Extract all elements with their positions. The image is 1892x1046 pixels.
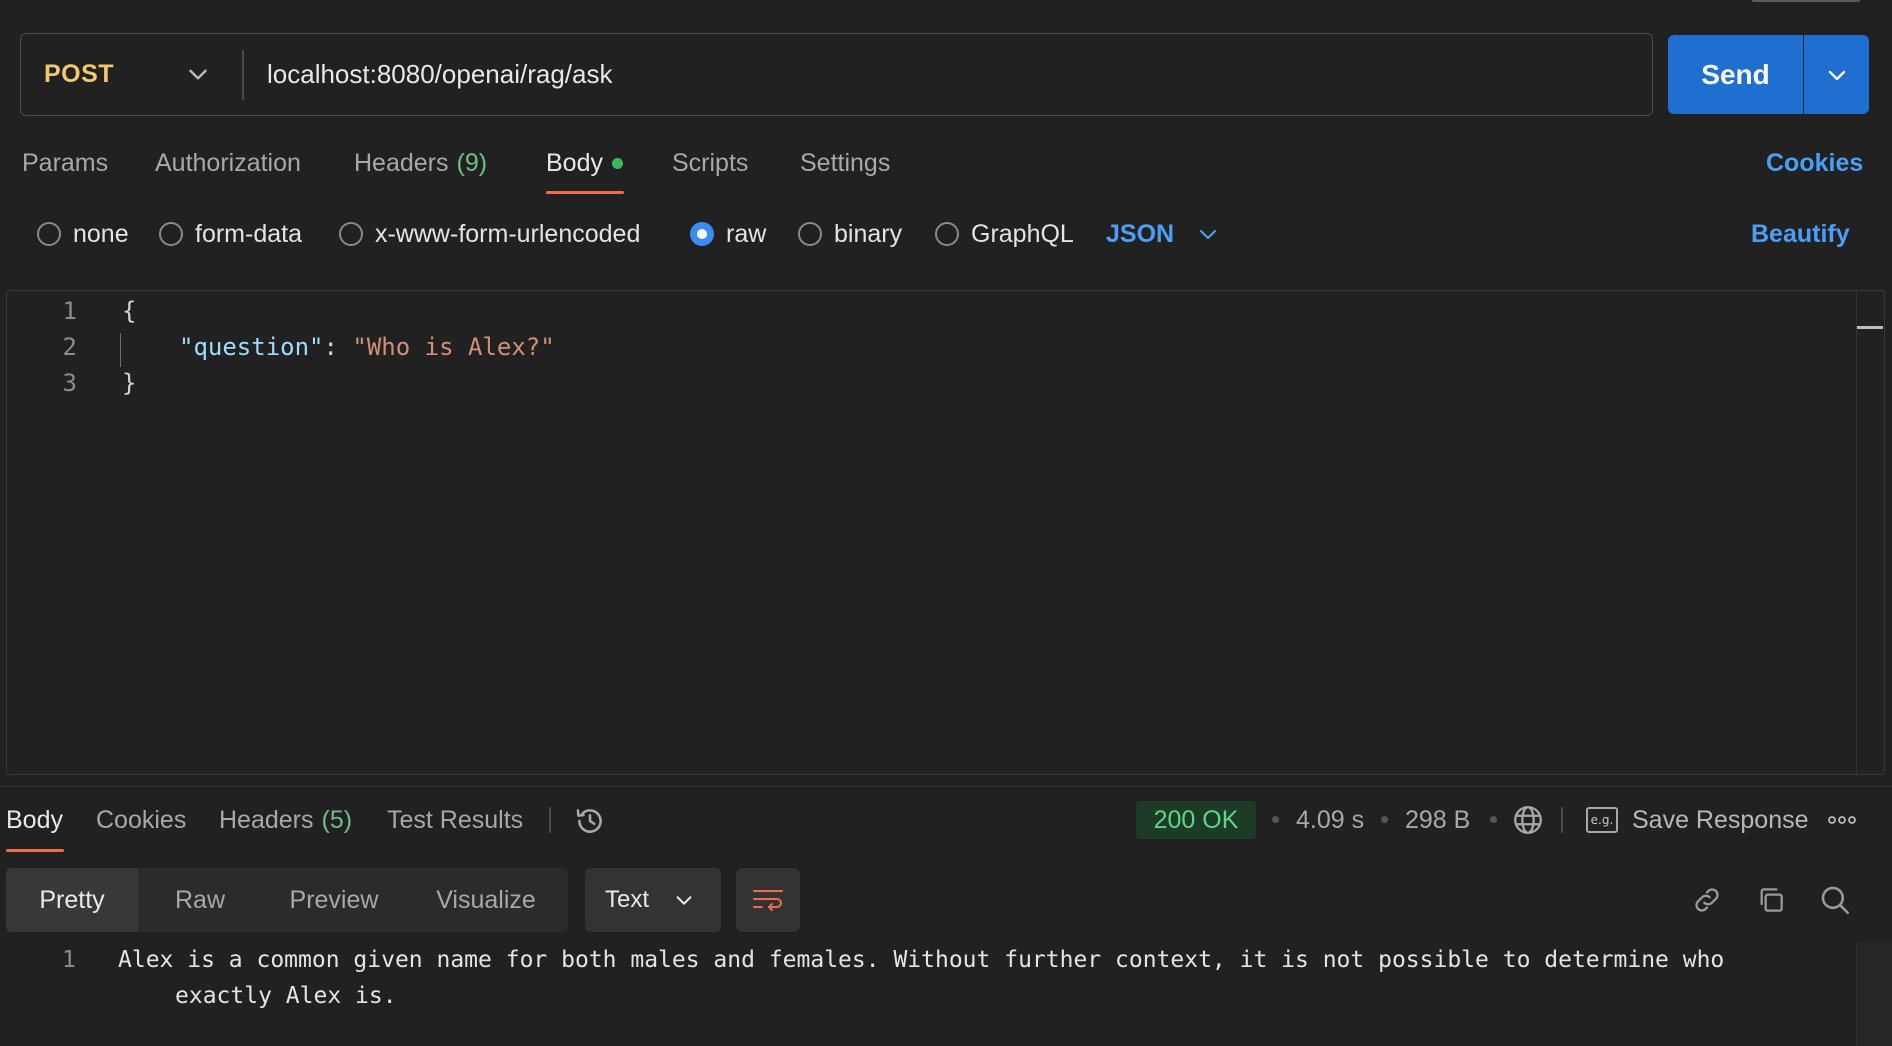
wrap-lines-button[interactable] [736,868,800,932]
url-divider [242,50,244,100]
body-modified-dot [611,157,623,169]
radio-binary[interactable]: binary [798,217,902,251]
code-line: { [122,297,137,325]
method-select[interactable]: POST [44,34,114,115]
tab-authorization[interactable]: Authorization [155,145,301,181]
chevron-down-icon [676,896,692,905]
tab-body[interactable]: Body [546,145,623,181]
radio-circle [935,222,959,246]
response-text-line: exactly Alex is. [175,983,397,1009]
more-options-icon[interactable] [1826,809,1858,831]
radio-form-data[interactable]: form-data [159,217,302,251]
separator-dot [1490,816,1497,823]
history-icon[interactable] [573,804,607,838]
json-separator: : [323,333,353,361]
wrap-lines-icon [753,890,783,911]
send-button[interactable]: Send [1668,35,1803,114]
view-visualize[interactable]: Visualize [406,868,566,932]
copy-button[interactable] [1752,881,1790,919]
code-line: "question": "Who is Alex?" [179,329,555,365]
url-bar: POST localhost:8080/openai/rag/ask [20,33,1653,116]
tab-headers[interactable]: Headers (9) [354,145,487,181]
send-options-button[interactable] [1804,35,1869,114]
chevron-down-icon[interactable] [185,61,211,87]
tab-settings[interactable]: Settings [800,145,890,181]
radio-circle [798,222,822,246]
response-body-viewer[interactable]: 1 Alex is a common given name for both m… [0,942,1892,1046]
url-input[interactable]: localhost:8080/openai/rag/ask [267,34,612,115]
response-text-line: Alex is a common given name for both mal… [118,947,1725,973]
divider [549,807,551,833]
search-icon [1821,886,1850,915]
radio-graphql[interactable]: GraphQL [935,217,1074,251]
panel-divider[interactable] [0,786,1892,787]
radio-raw[interactable]: raw [690,217,766,251]
view-raw[interactable]: Raw [138,868,262,932]
response-tab-test-results[interactable]: Test Results [387,802,523,838]
response-size[interactable]: 298 B [1405,802,1470,838]
view-preview[interactable]: Preview [262,868,406,932]
tab-params[interactable]: Params [22,145,108,181]
search-button[interactable] [1816,881,1854,919]
view-mode-switcher: Pretty Raw Preview Visualize [6,868,568,932]
radio-x-www-form-urlencoded[interactable]: x-www-form-urlencoded [339,217,640,251]
radio-circle [159,222,183,246]
tab-scripts[interactable]: Scripts [672,145,748,181]
chevron-down-icon [1828,70,1845,80]
body-format-select[interactable]: JSON [1106,217,1220,251]
line-number: 3 [62,369,77,397]
headers-count: (9) [456,148,488,177]
separator-dot [1272,816,1279,823]
copy-icon [1760,888,1783,912]
line-number: 1 [62,297,77,325]
copy-link-button[interactable] [1688,881,1726,919]
beautify-button[interactable]: Beautify [1751,217,1850,251]
json-value: "Who is Alex?" [352,333,555,361]
line-number: 1 [62,947,76,973]
cookies-link[interactable]: Cookies [1766,145,1863,181]
code-line: } [122,369,137,397]
chevron-down-icon [1199,229,1217,240]
json-key: "question" [179,333,324,361]
response-tab-body[interactable]: Body [6,802,63,838]
radio-circle [37,222,61,246]
top-scroll-handle [1752,0,1860,2]
globe-icon[interactable] [1511,803,1545,837]
view-pretty[interactable]: Pretty [6,868,138,932]
active-tab-indicator [6,849,64,852]
separator-dot [1381,816,1388,823]
response-format-select[interactable]: Text [585,868,721,932]
radio-none[interactable]: none [37,217,129,251]
response-tab-headers[interactable]: Headers (5) [219,802,352,838]
save-response-button[interactable]: e.g. Save Response [1586,802,1809,838]
editor-scroll-thumb[interactable] [1857,326,1883,329]
response-tab-cookies[interactable]: Cookies [96,802,186,838]
status-badge[interactable]: 200 OK [1136,801,1256,839]
divider [1561,807,1563,833]
line-number: 2 [62,333,77,361]
request-body-editor[interactable]: 1 { 2 "question": "Who is Alex?" 3 } [6,290,1885,775]
radio-circle [339,222,363,246]
link-icon [1695,888,1719,912]
radio-circle-checked [690,222,714,246]
indent-guide [120,333,121,367]
response-scrollbar[interactable] [1856,942,1892,1046]
example-icon: e.g. [1586,807,1618,833]
active-tab-indicator [546,191,624,194]
response-time[interactable]: 4.09 s [1296,802,1364,838]
headers-count: (5) [321,805,353,834]
editor-scrollbar[interactable] [1856,291,1884,774]
